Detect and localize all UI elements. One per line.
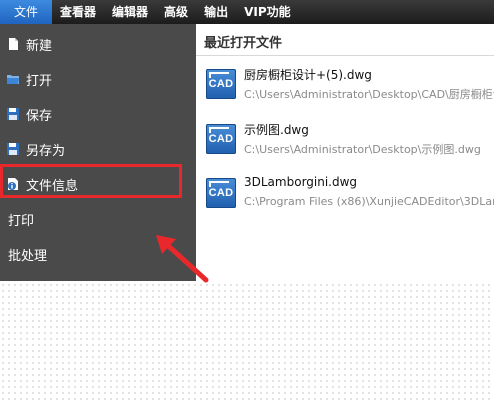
sidebar-item-label: 打印: [8, 213, 35, 229]
cad-file-icon: CAD: [206, 69, 236, 99]
menu-vip[interactable]: VIP功能: [236, 0, 299, 24]
new-file-icon: [6, 37, 20, 51]
menu-advanced[interactable]: 高级: [156, 0, 196, 24]
recent-file-item[interactable]: CAD 厨房橱柜设计+(5).dwg C:\Users\Administrato…: [206, 66, 494, 106]
sidebar-item-open[interactable]: 打开: [0, 61, 196, 97]
menu-file[interactable]: 文件: [0, 0, 53, 24]
recent-file-path: C:\Users\Administrator\Desktop\CAD\厨房橱柜设…: [244, 88, 494, 101]
sidebar-item-label: 打开: [26, 73, 53, 89]
menu-viewer[interactable]: 查看器: [52, 0, 104, 24]
menu-editor[interactable]: 编辑器: [104, 0, 156, 24]
cad-file-icon: CAD: [206, 178, 236, 208]
divider: [196, 55, 494, 56]
cad-file-icon: CAD: [206, 124, 236, 154]
sidebar-item-label: 保存: [26, 108, 53, 124]
recent-file-item[interactable]: CAD 示例图.dwg C:\Users\Administrator\Deskt…: [206, 121, 494, 161]
sidebar-item-label: 批处理: [8, 248, 48, 264]
recent-files-panel: 最近打开文件 CAD 厨房橱柜设计+(5).dwg C:\Users\Admin…: [196, 24, 494, 281]
recent-file-name: 厨房橱柜设计+(5).dwg: [244, 68, 372, 82]
recent-files-title: 最近打开文件: [204, 36, 283, 51]
annotation-arrow-icon: [156, 235, 209, 283]
recent-file-item[interactable]: CAD 3DLamborgini.dwg C:\Program Files (x…: [206, 175, 494, 215]
save-as-disk-icon: [6, 142, 20, 156]
recent-file-name: 示例图.dwg: [244, 123, 309, 137]
recent-file-path: C:\Users\Administrator\Desktop\示例图.dwg: [244, 143, 481, 156]
menu-output[interactable]: 输出: [196, 0, 236, 24]
sidebar-item-label: 另存为: [26, 143, 66, 159]
recent-file-name: 3DLamborgini.dwg: [244, 175, 358, 189]
recent-file-path: C:\Program Files (x86)\XunjieCADEditor\3…: [244, 195, 494, 208]
save-disk-icon: [6, 107, 20, 121]
sidebar-item-save[interactable]: 保存: [0, 96, 196, 132]
highlight-box: [0, 164, 182, 198]
open-folder-icon: [6, 72, 20, 86]
sidebar-item-new[interactable]: 新建: [0, 26, 196, 62]
sidebar-item-save-as[interactable]: 另存为: [0, 131, 196, 167]
sidebar-item-label: 新建: [26, 38, 53, 54]
menu-bar: 文件 查看器 编辑器 高级 输出 VIP功能: [0, 0, 494, 24]
